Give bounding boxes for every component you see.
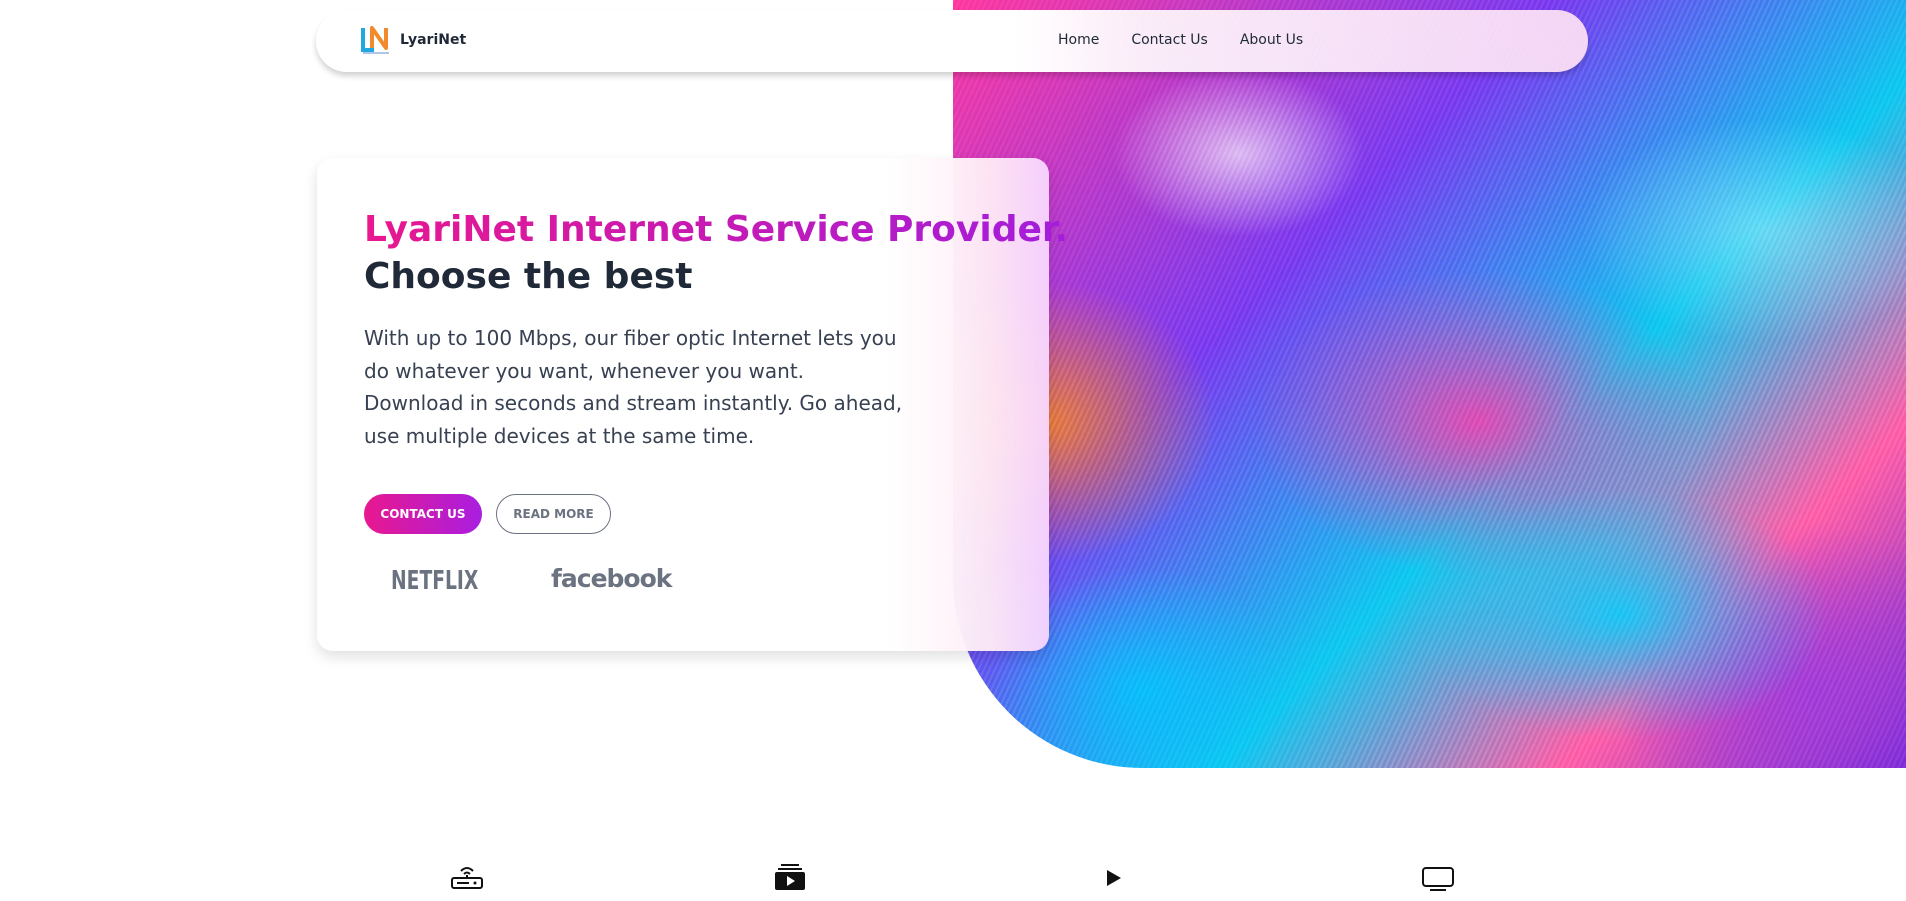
video-player-icon [772, 862, 808, 892]
play-icon [1096, 862, 1132, 892]
brand-logo-icon [360, 24, 392, 56]
nav-link-home[interactable]: Home [1058, 32, 1099, 48]
hero-background-art [953, 0, 1906, 768]
tv-icon [1420, 862, 1456, 892]
read-more-button[interactable]: READ MORE [496, 494, 611, 534]
nav-link-contact-us[interactable]: Contact Us [1131, 32, 1207, 48]
router-icon [449, 862, 485, 892]
netflix-logo: NETFLIX [391, 566, 479, 596]
nav-link-about-us[interactable]: About Us [1240, 32, 1303, 48]
nav-links: Home Contact Us About Us [1058, 32, 1303, 48]
hero-title-rest: Choose the best [364, 256, 693, 297]
contact-us-button[interactable]: CONTACT US [364, 494, 482, 534]
brand-logo[interactable]: LyariNet [360, 24, 466, 56]
facebook-logo: facebook [551, 564, 672, 593]
navbar: LyariNet Home Contact Us About Us [316, 10, 1588, 72]
hero-title-highlight: LyariNet Internet Service Provider. [364, 206, 1068, 253]
hero-description: With up to 100 Mbps, our fiber optic Int… [364, 326, 903, 448]
brand-name: LyariNet [400, 32, 467, 48]
hero-title: LyariNet Internet Service Provider. Choo… [364, 206, 1068, 300]
hero-card: LyariNet Internet Service Provider. Choo… [317, 158, 1068, 651]
